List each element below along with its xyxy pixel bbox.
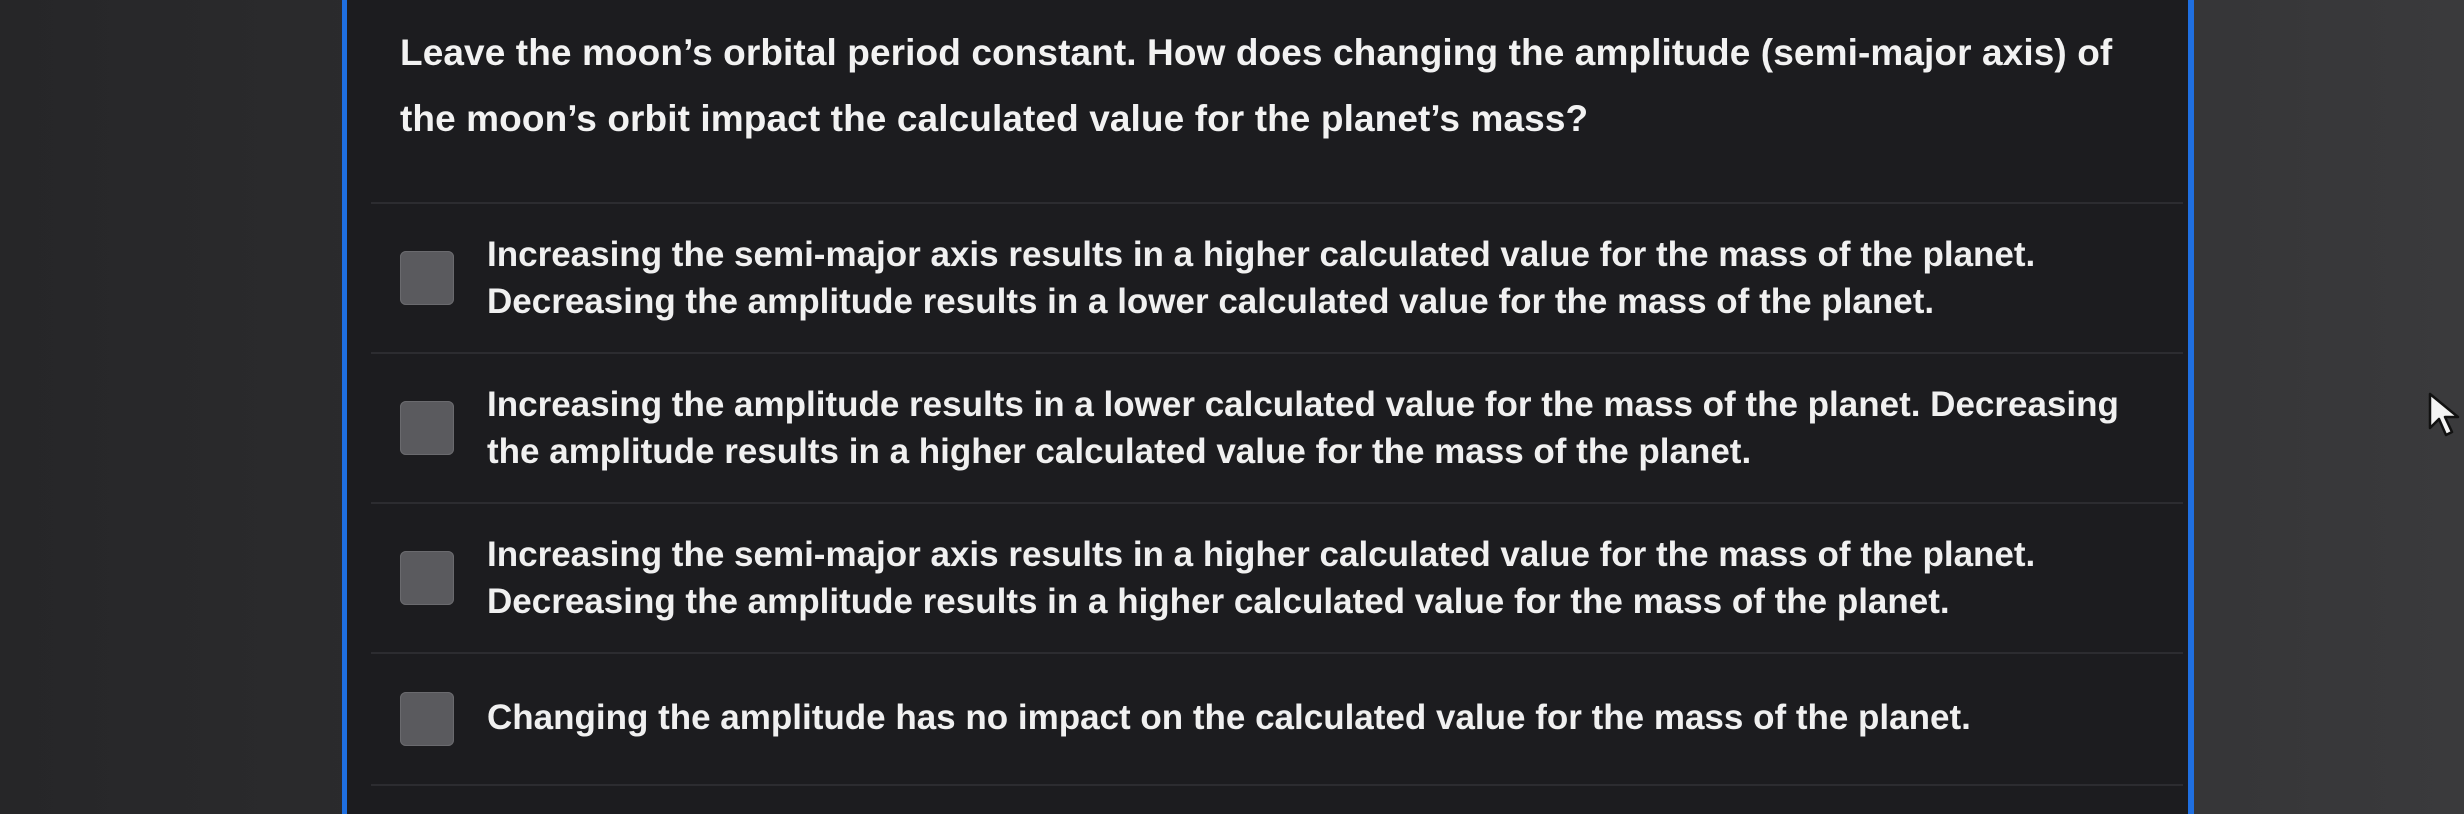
answer-option-3[interactable]: Increasing the semi-major axis results i… [371, 504, 2183, 654]
checkbox-option-4[interactable] [400, 692, 454, 746]
mouse-pointer-icon [2428, 392, 2460, 437]
answer-option-4[interactable]: Changing the amplitude has no impact on … [371, 654, 2183, 786]
option-label-1: Increasing the semi-major axis results i… [487, 235, 2036, 321]
option-label-4: Changing the amplitude has no impact on … [487, 698, 1971, 737]
checkbox-option-2[interactable] [400, 401, 454, 455]
answer-option-2[interactable]: Increasing the amplitude results in a lo… [371, 354, 2183, 504]
checkbox-option-1[interactable] [400, 251, 454, 305]
option-label-3: Increasing the semi-major axis results i… [487, 535, 2036, 621]
answer-list: Increasing the semi-major axis results i… [371, 202, 2183, 786]
checkbox-option-3[interactable] [400, 551, 454, 605]
answer-option-1[interactable]: Increasing the semi-major axis results i… [371, 204, 2183, 354]
option-label-2: Increasing the amplitude results in a lo… [487, 385, 2119, 471]
question-panel: Leave the moon’s orbital period constant… [342, 0, 2194, 814]
question-text: Leave the moon’s orbital period constant… [400, 32, 2113, 139]
